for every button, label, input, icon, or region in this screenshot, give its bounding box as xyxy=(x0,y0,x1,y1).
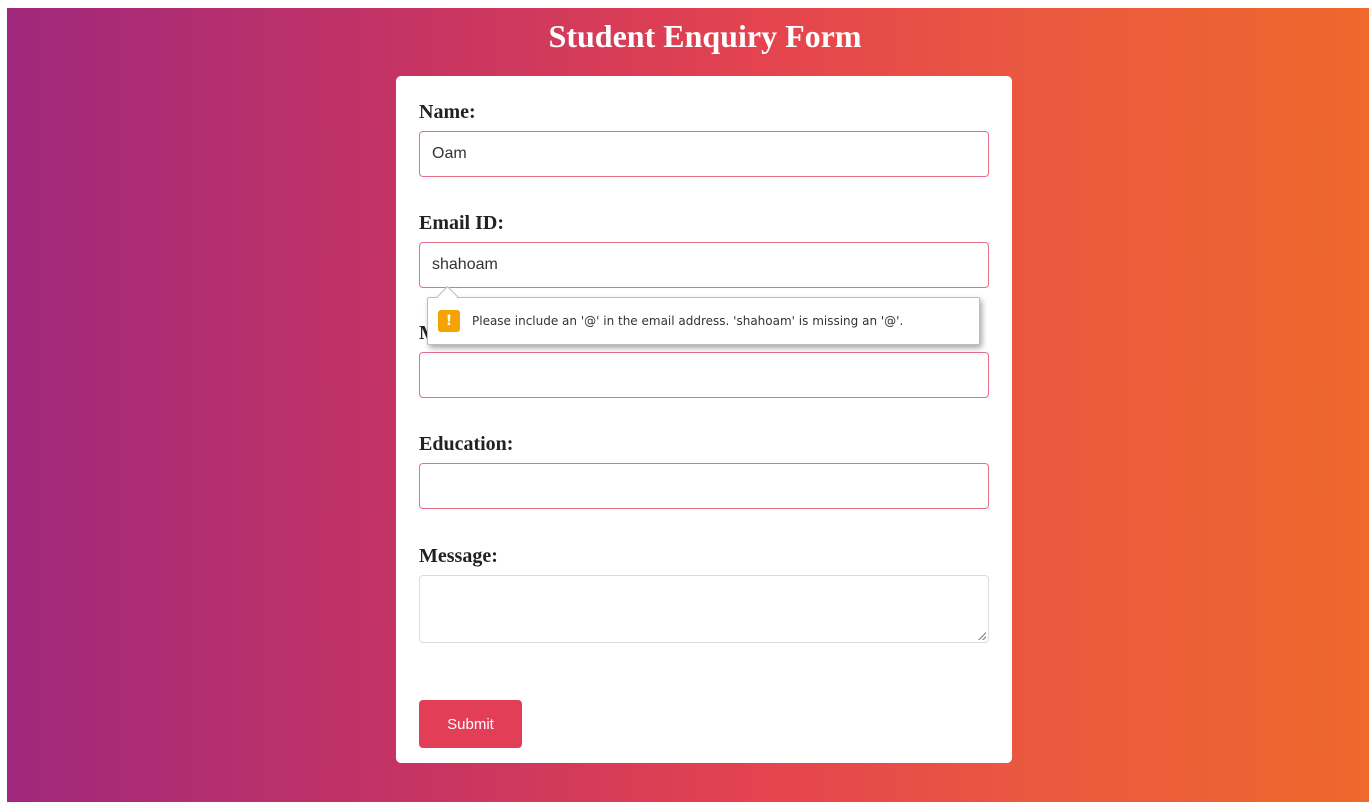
name-label: Name: xyxy=(419,101,476,123)
message-textarea[interactable] xyxy=(419,575,989,643)
education-label: Education: xyxy=(419,433,514,455)
resize-handle[interactable] xyxy=(978,632,986,640)
email-input[interactable]: shahoam xyxy=(419,242,989,288)
gradient-background: Student Enquiry Form Name: Oam Email ID:… xyxy=(7,8,1369,802)
enquiry-form-card: Name: Oam Email ID: shahoam M Education:… xyxy=(396,76,1012,763)
name-input[interactable]: Oam xyxy=(419,131,989,177)
email-label: Email ID: xyxy=(419,212,504,234)
warning-icon: ! xyxy=(438,310,460,332)
tooltip-message: Please include an '@' in the email addre… xyxy=(472,314,904,328)
education-input[interactable] xyxy=(419,463,989,509)
mobile-input[interactable] xyxy=(419,352,989,398)
message-label: Message: xyxy=(419,545,498,567)
submit-button[interactable]: Submit xyxy=(419,700,522,748)
page-title: Student Enquiry Form xyxy=(548,18,862,54)
email-validation-tooltip: ! Please include an '@' in the email add… xyxy=(427,285,980,345)
